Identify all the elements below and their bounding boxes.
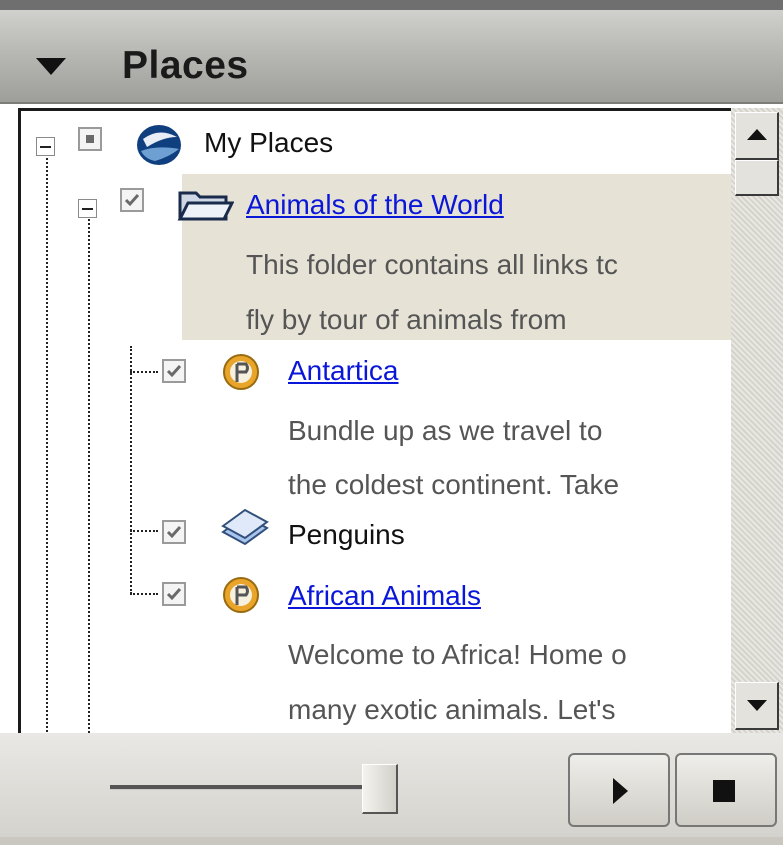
- scroll-thumb[interactable]: [735, 160, 779, 196]
- places-tree[interactable]: My Places Animals of the World This fold…: [18, 108, 734, 736]
- tour-controls-bar: [0, 733, 783, 845]
- stop-icon: [713, 780, 735, 802]
- tree-item-label[interactable]: My Places: [204, 127, 333, 159]
- scroll-down-button[interactable]: [735, 682, 779, 730]
- tree-line: [130, 593, 158, 595]
- scroll-up-button[interactable]: [735, 112, 779, 160]
- tree-item-description: Bundle up as we travel to: [288, 415, 603, 446]
- tree-item-description: the coldest continent. Take: [288, 469, 620, 500]
- tree-line: [130, 371, 158, 373]
- tree-item-link-african-animals[interactable]: African Animals: [288, 580, 481, 612]
- places-header[interactable]: Places: [0, 10, 783, 104]
- checkbox-my-places[interactable]: [78, 127, 102, 151]
- play-icon: [613, 778, 628, 804]
- tree-item-link-antartica[interactable]: Antartica: [288, 355, 399, 387]
- checkbox-antartica[interactable]: [162, 359, 186, 383]
- placemark-icon: [221, 352, 261, 397]
- tour-speed-slider-thumb[interactable]: [362, 764, 398, 814]
- tree-item-description: Welcome to Africa! Home o: [288, 639, 627, 670]
- tour-speed-slider-track[interactable]: [110, 785, 365, 790]
- checkbox-african-animals[interactable]: [162, 582, 186, 606]
- tree-item-description: This folder contains all links tc: [246, 249, 618, 280]
- panel-bottom-border: [0, 837, 783, 845]
- triangle-down-icon[interactable]: [36, 58, 66, 75]
- layer-overlay-icon: [219, 506, 271, 555]
- open-folder-icon: [176, 187, 235, 228]
- stop-tour-button[interactable]: [675, 753, 777, 827]
- tree-item-description: fly by tour of animals from: [246, 304, 567, 335]
- collapse-toggle-animals-folder[interactable]: [78, 199, 97, 218]
- globe-icon: [133, 123, 185, 172]
- play-tour-button[interactable]: [568, 753, 670, 827]
- collapse-toggle-my-places[interactable]: [36, 137, 55, 156]
- tree-item-link-animals-of-the-world[interactable]: Animals of the World: [246, 189, 504, 221]
- tree-line: [88, 216, 90, 736]
- tree-line: [130, 346, 132, 594]
- placemark-icon: [221, 575, 261, 620]
- tree-line: [46, 154, 48, 736]
- checkbox-penguins[interactable]: [162, 520, 186, 544]
- places-panel: Places My Places Animals of the World Th…: [0, 0, 783, 845]
- panel-title: Places: [122, 44, 249, 87]
- vertical-scrollbar[interactable]: [731, 108, 783, 733]
- arrow-up-icon: [747, 129, 767, 140]
- tree-item-description: many exotic animals. Let's: [288, 694, 616, 725]
- tree-line: [130, 530, 158, 532]
- panel-top-border: [0, 0, 783, 10]
- arrow-down-icon: [747, 700, 767, 711]
- tree-item-label-penguins[interactable]: Penguins: [288, 519, 405, 551]
- checkbox-animals-folder[interactable]: [120, 188, 144, 212]
